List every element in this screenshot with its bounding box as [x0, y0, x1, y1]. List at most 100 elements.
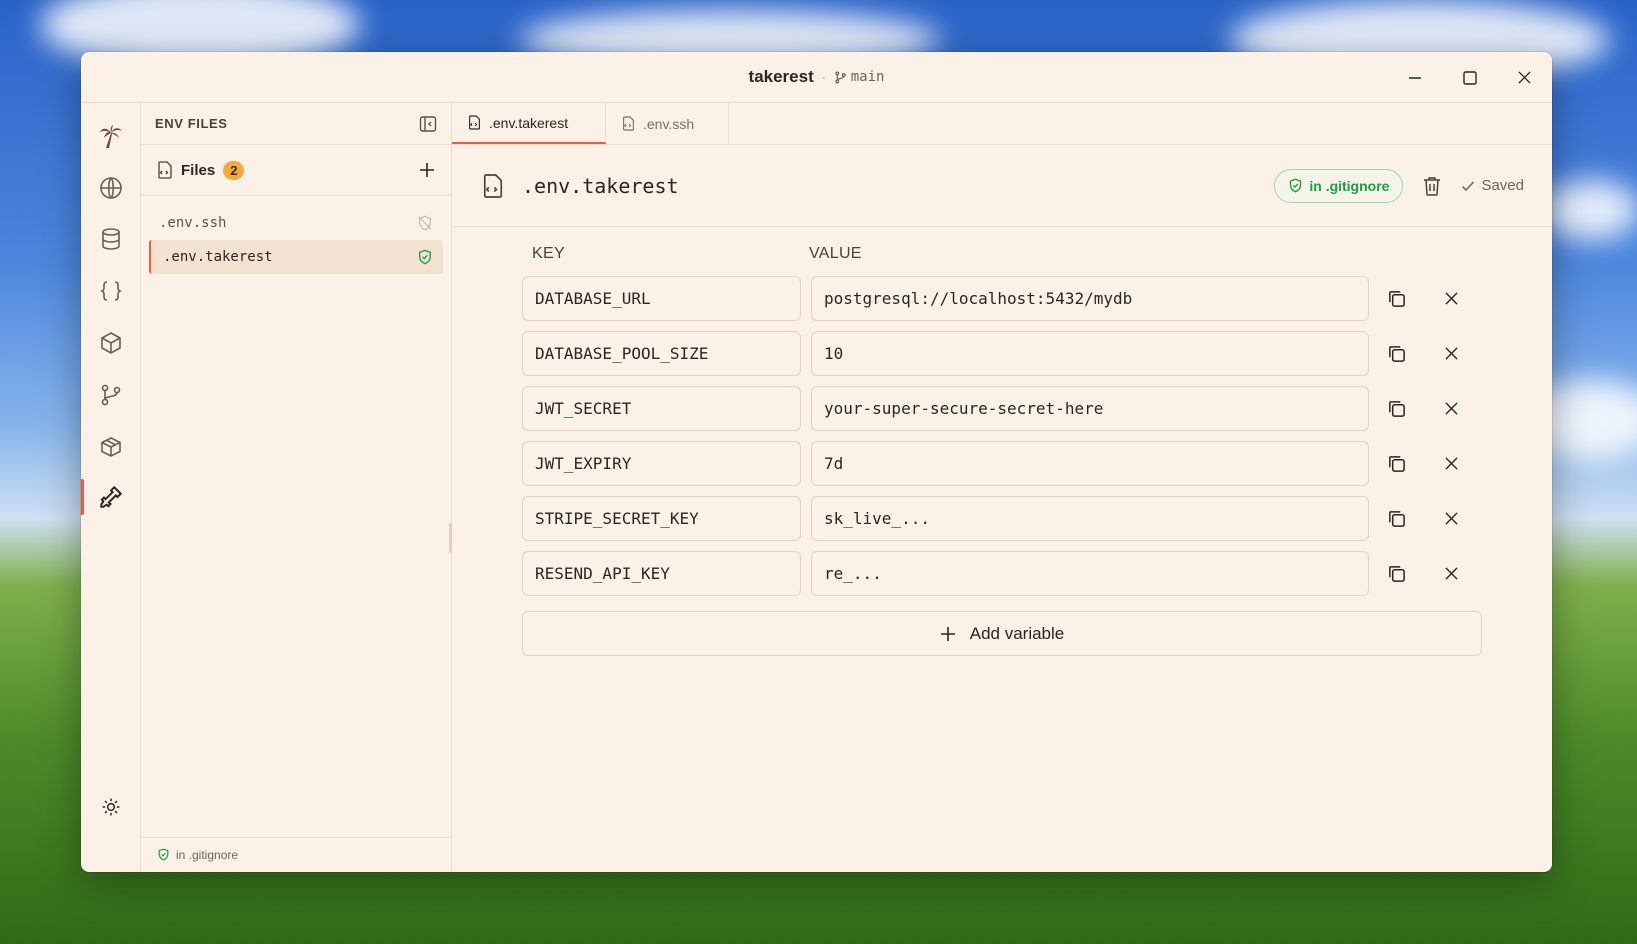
key-field[interactable]: JWT_SECRET	[522, 386, 801, 431]
rail-env[interactable]	[81, 477, 141, 517]
app-name: takerest	[748, 67, 814, 86]
copy-icon	[1389, 511, 1405, 527]
rail-containers[interactable]	[81, 427, 141, 467]
value-column-header: VALUE	[809, 245, 862, 262]
maximize-button[interactable]	[1442, 52, 1497, 103]
value-field[interactable]: 7d	[811, 441, 1369, 486]
tab-bar: .env.takerest .env.ssh	[452, 103, 1552, 145]
add-file-button[interactable]	[419, 162, 435, 178]
branch-name: main	[850, 69, 885, 85]
value-field[interactable]: your-super-secure-secret-here	[811, 386, 1369, 431]
title-bar: takerest · main	[81, 52, 1552, 103]
value-field[interactable]: 10	[811, 331, 1369, 376]
saved-label: Saved	[1481, 177, 1524, 194]
rail-http[interactable]	[81, 168, 141, 208]
footer-status: in .gitignore	[176, 847, 239, 862]
package-icon	[101, 437, 121, 457]
variable-row: STRIPE_SECRET_KEY sk_live_...	[522, 491, 1482, 546]
window-controls	[1387, 52, 1552, 103]
delete-variable-button[interactable]	[1424, 276, 1479, 321]
copy-button[interactable]	[1369, 496, 1424, 541]
check-icon	[1462, 180, 1475, 191]
braces-icon	[100, 281, 122, 301]
variable-row: DATABASE_POOL_SIZE 10	[522, 326, 1482, 381]
minimize-button[interactable]	[1387, 52, 1442, 103]
delete-variable-button[interactable]	[1424, 551, 1479, 596]
copy-button[interactable]	[1369, 551, 1424, 596]
close-window-button[interactable]	[1497, 52, 1552, 103]
save-status: Saved	[1461, 177, 1524, 194]
tab-env-ssh[interactable]: .env.ssh	[606, 103, 729, 144]
file-icon	[469, 115, 480, 130]
close-icon	[1445, 402, 1458, 415]
database-icon	[102, 228, 120, 250]
wallpaper-cloud	[1540, 180, 1637, 240]
tab-label: .env.takerest	[489, 114, 569, 131]
copy-button[interactable]	[1369, 276, 1424, 321]
close-icon	[1445, 457, 1458, 470]
file-icon	[623, 116, 634, 131]
minimize-icon	[1408, 76, 1421, 79]
sidebar-header: ENV FILES	[141, 103, 451, 145]
key-field[interactable]: DATABASE_POOL_SIZE	[522, 331, 801, 376]
key-field[interactable]: DATABASE_URL	[522, 276, 801, 321]
window-title: takerest · main	[749, 67, 885, 87]
file-name: .env.ssh	[159, 215, 227, 231]
gitignore-label: in .gitignore	[1309, 177, 1390, 194]
sidebar-footer: in .gitignore	[141, 837, 451, 871]
delete-variable-button[interactable]	[1424, 331, 1479, 376]
file-item-env-ssh[interactable]: .env.ssh	[149, 206, 443, 240]
file-icon	[483, 173, 503, 198]
add-variable-label: Add variable	[969, 623, 1065, 643]
close-icon	[1518, 71, 1531, 84]
value-field[interactable]: postgresql://localhost:5432/mydb	[811, 276, 1369, 321]
app-logo[interactable]	[81, 117, 141, 157]
sun-icon	[102, 798, 120, 816]
rail-git[interactable]	[81, 375, 141, 415]
copy-icon	[1389, 401, 1405, 417]
delete-variable-button[interactable]	[1424, 386, 1479, 431]
rail-json[interactable]	[81, 271, 141, 311]
delete-variable-button[interactable]	[1424, 496, 1479, 541]
table-header: KEY VALUE	[522, 237, 1482, 271]
git-branch-icon	[101, 384, 121, 406]
copy-button[interactable]	[1369, 331, 1424, 376]
globe-icon	[100, 177, 122, 199]
tab-env-takerest[interactable]: .env.takerest	[452, 103, 606, 144]
theme-toggle[interactable]	[81, 787, 141, 827]
rail-database[interactable]	[81, 219, 141, 259]
close-icon	[1445, 292, 1458, 305]
files-label: Files	[181, 161, 216, 179]
key-field[interactable]: JWT_EXPIRY	[522, 441, 801, 486]
key-field[interactable]: STRIPE_SECRET_KEY	[522, 496, 801, 541]
file-title: .env.takerest	[522, 173, 679, 198]
copy-icon	[1389, 456, 1405, 472]
tab-label: .env.ssh	[643, 115, 695, 132]
key-field[interactable]: RESEND_API_KEY	[522, 551, 801, 596]
variable-row: JWT_EXPIRY 7d	[522, 436, 1482, 491]
copy-button[interactable]	[1369, 441, 1424, 486]
variable-row: RESEND_API_KEY re_...	[522, 546, 1482, 601]
branch-indicator[interactable]: main	[834, 69, 885, 85]
collapse-sidebar-button[interactable]	[419, 115, 437, 133]
rail-packages[interactable]	[81, 323, 141, 363]
copy-icon	[1389, 346, 1405, 362]
variables-table: KEY VALUE DATABASE_URL postgresql://loca…	[522, 237, 1482, 656]
main-editor: .env.takerest .env.ssh .env.takerest in …	[449, 103, 1552, 871]
gitignore-status-badge[interactable]: in .gitignore	[1274, 168, 1404, 203]
close-icon	[1445, 512, 1458, 525]
delete-variable-button[interactable]	[1424, 441, 1479, 486]
value-field[interactable]: re_...	[811, 551, 1369, 596]
value-field[interactable]: sk_live_...	[811, 496, 1369, 541]
file-item-env-takerest[interactable]: .env.takerest	[149, 240, 443, 274]
shield-check-icon	[1290, 178, 1302, 193]
resize-handle[interactable]	[449, 523, 452, 553]
add-variable-button[interactable]: Add variable	[522, 611, 1482, 656]
close-icon	[1445, 347, 1458, 360]
variable-row: DATABASE_URL postgresql://localhost:5432…	[522, 271, 1482, 326]
shield-check-icon	[419, 249, 431, 265]
delete-file-button[interactable]	[1423, 176, 1441, 196]
shield-check-icon	[158, 848, 169, 861]
copy-button[interactable]	[1369, 386, 1424, 431]
git-branch-icon	[835, 71, 846, 83]
